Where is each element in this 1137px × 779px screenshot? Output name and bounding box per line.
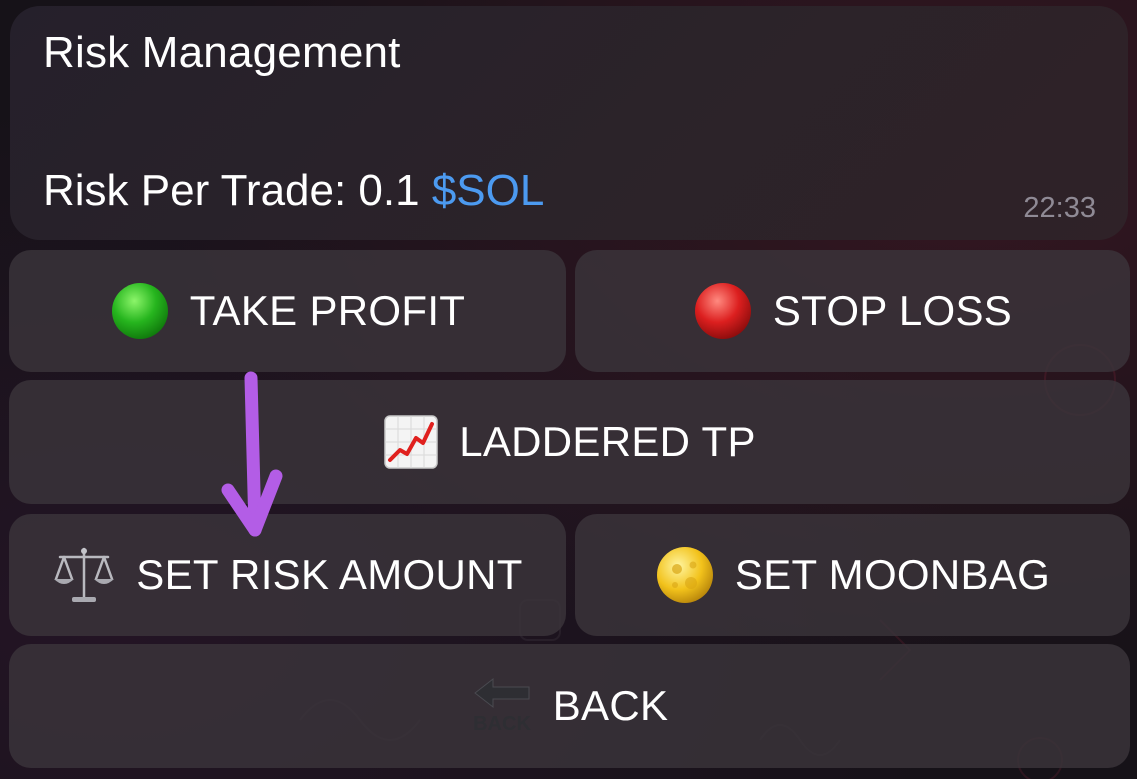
message-timestamp: 22:33 [1023, 192, 1096, 224]
red-circle-icon [693, 281, 753, 341]
message-title: Risk Management [43, 28, 401, 77]
take-profit-button[interactable]: TAKE PROFIT [9, 250, 566, 372]
back-label: BACK [552, 682, 669, 729]
set-risk-amount-label: SET RISK AMOUNT [136, 551, 523, 598]
set-moonbag-label: SET MOONBAG [734, 551, 1051, 598]
back-icon-text: BACK [473, 713, 531, 735]
green-circle-icon [110, 281, 170, 341]
risk-per-trade-text: Risk Per Trade: 0.1 $SOL [43, 166, 544, 216]
full-moon-icon [655, 545, 715, 605]
set-risk-amount-button[interactable]: SET RISK AMOUNT [9, 514, 566, 636]
back-arrow-icon: BACK [471, 675, 533, 737]
risk-per-trade-label: Risk Per Trade: 0.1 [43, 166, 432, 215]
take-profit-label: TAKE PROFIT [189, 287, 466, 334]
sol-ticker-link[interactable]: $SOL [432, 166, 545, 215]
back-button[interactable]: BACK BACK [9, 644, 1130, 768]
laddered-tp-label: LADDERED TP [459, 418, 756, 465]
balance-scale-icon [52, 543, 116, 607]
chart-increasing-icon [383, 414, 439, 470]
stop-loss-button[interactable]: STOP LOSS [575, 250, 1130, 372]
stop-loss-label: STOP LOSS [772, 287, 1013, 334]
set-moonbag-button[interactable]: SET MOONBAG [575, 514, 1130, 636]
bot-message: Risk Management Risk Per Trade: 0.1 $SOL… [10, 6, 1128, 240]
laddered-tp-button[interactable]: LADDERED TP [9, 380, 1130, 504]
